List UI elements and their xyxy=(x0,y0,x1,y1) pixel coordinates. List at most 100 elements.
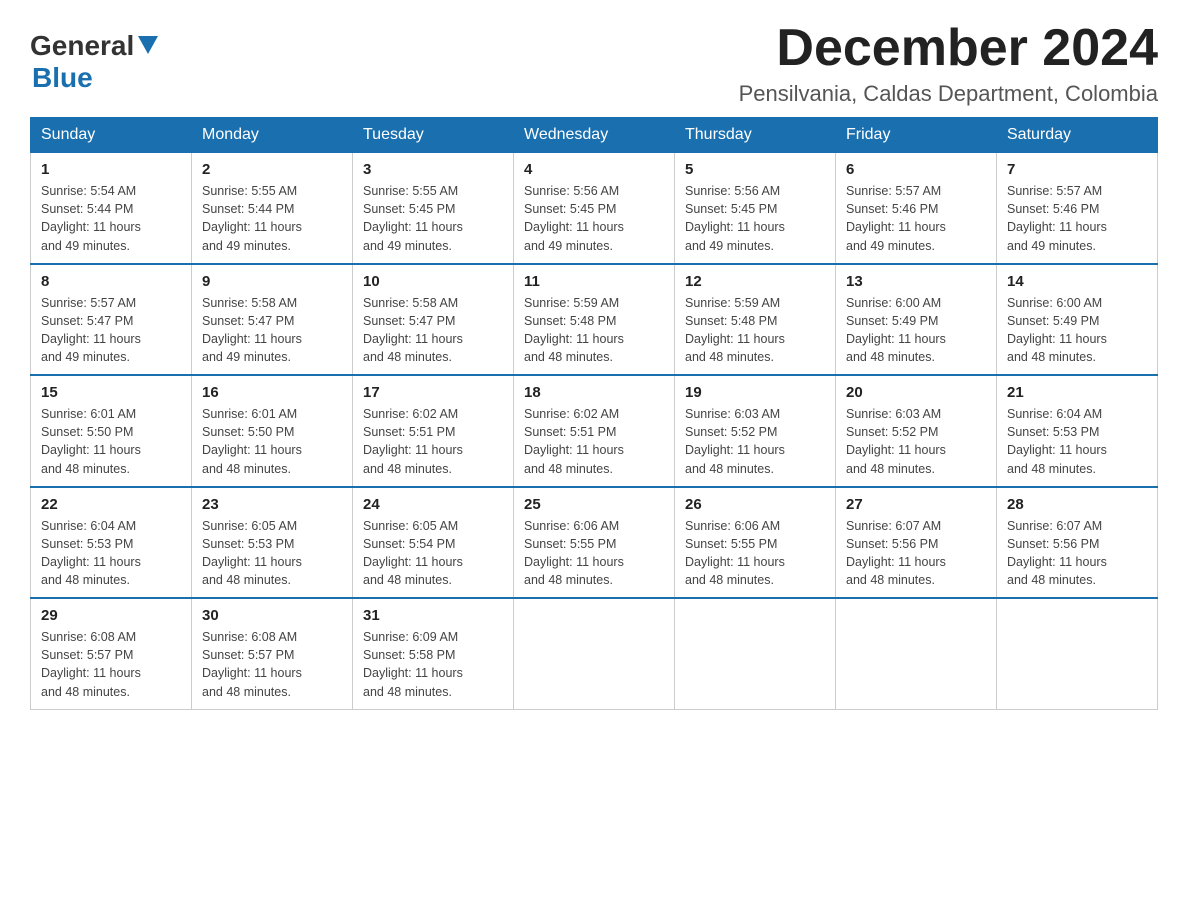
header-thursday: Thursday xyxy=(675,118,836,153)
header-wednesday: Wednesday xyxy=(514,118,675,153)
table-row: 8 Sunrise: 5:57 AMSunset: 5:47 PMDaylight… xyxy=(31,264,192,376)
table-row: 4Sunrise: 5:56 AMSunset: 5:45 PMDaylight… xyxy=(514,153,675,264)
day-number: 28 xyxy=(1007,496,1147,513)
day-number: 12 xyxy=(685,273,825,290)
table-row: 29 Sunrise: 6:08 AMSunset: 5:57 PMDayligh… xyxy=(31,598,192,709)
table-row: 16Sunrise: 6:01 AMSunset: 5:50 PMDayligh… xyxy=(192,375,353,487)
table-row: 21 Sunrise: 6:04 AMSunset: 5:53 PMDayligh… xyxy=(997,375,1158,487)
day-number: 5 xyxy=(685,161,825,178)
day-info: Sunrise: 5:56 AMSunset: 5:45 PMDaylight:… xyxy=(524,182,664,255)
header-tuesday: Tuesday xyxy=(353,118,514,153)
day-info: Sunrise: 6:06 AMSunset: 5:55 PMDaylight:… xyxy=(685,517,825,590)
day-number: 25 xyxy=(524,496,664,513)
day-info: Sunrise: 6:04 AMSunset: 5:53 PMDaylight:… xyxy=(1007,405,1147,478)
header-friday: Friday xyxy=(836,118,997,153)
day-info: Sunrise: 5:57 AMSunset: 5:46 PMDaylight:… xyxy=(846,182,986,255)
day-info: Sunrise: 6:08 AMSunset: 5:57 PMDaylight:… xyxy=(41,628,181,701)
day-info: Sunrise: 6:07 AMSunset: 5:56 PMDaylight:… xyxy=(846,517,986,590)
table-row: 12Sunrise: 5:59 AMSunset: 5:48 PMDayligh… xyxy=(675,264,836,376)
day-number: 20 xyxy=(846,384,986,401)
table-row: 31 Sunrise: 6:09 AMSunset: 5:58 PMDayligh… xyxy=(353,598,514,709)
day-info: Sunrise: 5:55 AMSunset: 5:45 PMDaylight:… xyxy=(363,182,503,255)
table-row: 14Sunrise: 6:00 AMSunset: 5:49 PMDayligh… xyxy=(997,264,1158,376)
table-row: 30 Sunrise: 6:08 AMSunset: 5:57 PMDayligh… xyxy=(192,598,353,709)
day-info: Sunrise: 5:58 AMSunset: 5:47 PMDaylight:… xyxy=(202,294,342,367)
day-info: Sunrise: 5:58 AMSunset: 5:47 PMDaylight:… xyxy=(363,294,503,367)
day-number: 8 xyxy=(41,273,181,290)
day-info: Sunrise: 5:59 AMSunset: 5:48 PMDaylight:… xyxy=(524,294,664,367)
table-row: 5 Sunrise: 5:56 AMSunset: 5:45 PMDaylight… xyxy=(675,153,836,264)
day-number: 29 xyxy=(41,607,181,624)
day-info: Sunrise: 6:08 AMSunset: 5:57 PMDaylight:… xyxy=(202,628,342,701)
day-info: Sunrise: 6:01 AMSunset: 5:50 PMDaylight:… xyxy=(41,405,181,478)
day-info: Sunrise: 6:03 AMSunset: 5:52 PMDaylight:… xyxy=(685,405,825,478)
day-number: 11 xyxy=(524,273,664,290)
day-number: 2 xyxy=(202,161,342,178)
table-row: 28 Sunrise: 6:07 AMSunset: 5:56 PMDayligh… xyxy=(997,487,1158,599)
calendar-table: Sunday Monday Tuesday Wednesday Thursday… xyxy=(30,117,1158,710)
table-row: 22Sunrise: 6:04 AMSunset: 5:53 PMDayligh… xyxy=(31,487,192,599)
day-number: 9 xyxy=(202,273,342,290)
day-number: 10 xyxy=(363,273,503,290)
logo: General Blue xyxy=(30,30,158,94)
day-number: 26 xyxy=(685,496,825,513)
day-info: Sunrise: 6:02 AMSunset: 5:51 PMDaylight:… xyxy=(524,405,664,478)
table-row: 11 Sunrise: 5:59 AMSunset: 5:48 PMDayligh… xyxy=(514,264,675,376)
day-number: 15 xyxy=(41,384,181,401)
table-row: 25Sunrise: 6:06 AMSunset: 5:55 PMDayligh… xyxy=(514,487,675,599)
table-row: 9 Sunrise: 5:58 AMSunset: 5:47 PMDaylight… xyxy=(192,264,353,376)
day-info: Sunrise: 6:02 AMSunset: 5:51 PMDaylight:… xyxy=(363,405,503,478)
day-number: 31 xyxy=(363,607,503,624)
day-info: Sunrise: 6:09 AMSunset: 5:58 PMDaylight:… xyxy=(363,628,503,701)
day-info: Sunrise: 5:57 AMSunset: 5:47 PMDaylight:… xyxy=(41,294,181,367)
table-row: 1 Sunrise: 5:54 AMSunset: 5:44 PMDaylight… xyxy=(31,153,192,264)
day-info: Sunrise: 5:57 AMSunset: 5:46 PMDaylight:… xyxy=(1007,182,1147,255)
day-number: 16 xyxy=(202,384,342,401)
calendar-week-row: 8 Sunrise: 5:57 AMSunset: 5:47 PMDaylight… xyxy=(31,264,1158,376)
table-row: 15 Sunrise: 6:01 AMSunset: 5:50 PMDayligh… xyxy=(31,375,192,487)
page-header: General Blue December 2024 Pensilvania, … xyxy=(30,20,1158,107)
day-info: Sunrise: 6:05 AMSunset: 5:54 PMDaylight:… xyxy=(363,517,503,590)
table-row: 27 Sunrise: 6:07 AMSunset: 5:56 PMDayligh… xyxy=(836,487,997,599)
calendar-week-row: 15 Sunrise: 6:01 AMSunset: 5:50 PMDayligh… xyxy=(31,375,1158,487)
day-number: 3 xyxy=(363,161,503,178)
calendar-subtitle: Pensilvania, Caldas Department, Colombia xyxy=(739,81,1158,107)
day-number: 14 xyxy=(1007,273,1147,290)
calendar-week-row: 1 Sunrise: 5:54 AMSunset: 5:44 PMDaylight… xyxy=(31,153,1158,264)
table-row: 20Sunrise: 6:03 AMSunset: 5:52 PMDayligh… xyxy=(836,375,997,487)
day-number: 1 xyxy=(41,161,181,178)
day-number: 17 xyxy=(363,384,503,401)
table-row: 7 Sunrise: 5:57 AMSunset: 5:46 PMDaylight… xyxy=(997,153,1158,264)
logo-blue-text: Blue xyxy=(32,62,93,93)
calendar-week-row: 22Sunrise: 6:04 AMSunset: 5:53 PMDayligh… xyxy=(31,487,1158,599)
day-number: 18 xyxy=(524,384,664,401)
calendar-header-row: Sunday Monday Tuesday Wednesday Thursday… xyxy=(31,118,1158,153)
calendar-title: December 2024 xyxy=(739,20,1158,77)
table-row: 13 Sunrise: 6:00 AMSunset: 5:49 PMDayligh… xyxy=(836,264,997,376)
day-number: 21 xyxy=(1007,384,1147,401)
title-block: December 2024 Pensilvania, Caldas Depart… xyxy=(739,20,1158,107)
day-info: Sunrise: 6:00 AMSunset: 5:49 PMDaylight:… xyxy=(846,294,986,367)
table-row: 17 Sunrise: 6:02 AMSunset: 5:51 PMDayligh… xyxy=(353,375,514,487)
day-number: 23 xyxy=(202,496,342,513)
header-sunday: Sunday xyxy=(31,118,192,153)
table-row xyxy=(836,598,997,709)
day-number: 6 xyxy=(846,161,986,178)
day-number: 22 xyxy=(41,496,181,513)
day-number: 19 xyxy=(685,384,825,401)
table-row xyxy=(675,598,836,709)
day-number: 27 xyxy=(846,496,986,513)
day-number: 7 xyxy=(1007,161,1147,178)
logo-general-text: General xyxy=(30,30,134,62)
day-number: 13 xyxy=(846,273,986,290)
day-info: Sunrise: 5:56 AMSunset: 5:45 PMDaylight:… xyxy=(685,182,825,255)
day-info: Sunrise: 6:07 AMSunset: 5:56 PMDaylight:… xyxy=(1007,517,1147,590)
header-saturday: Saturday xyxy=(997,118,1158,153)
day-number: 30 xyxy=(202,607,342,624)
table-row: 3 Sunrise: 5:55 AMSunset: 5:45 PMDaylight… xyxy=(353,153,514,264)
calendar-week-row: 29 Sunrise: 6:08 AMSunset: 5:57 PMDayligh… xyxy=(31,598,1158,709)
day-info: Sunrise: 6:05 AMSunset: 5:53 PMDaylight:… xyxy=(202,517,342,590)
day-info: Sunrise: 5:54 AMSunset: 5:44 PMDaylight:… xyxy=(41,182,181,255)
day-info: Sunrise: 5:55 AMSunset: 5:44 PMDaylight:… xyxy=(202,182,342,255)
table-row: 6 Sunrise: 5:57 AMSunset: 5:46 PMDaylight… xyxy=(836,153,997,264)
